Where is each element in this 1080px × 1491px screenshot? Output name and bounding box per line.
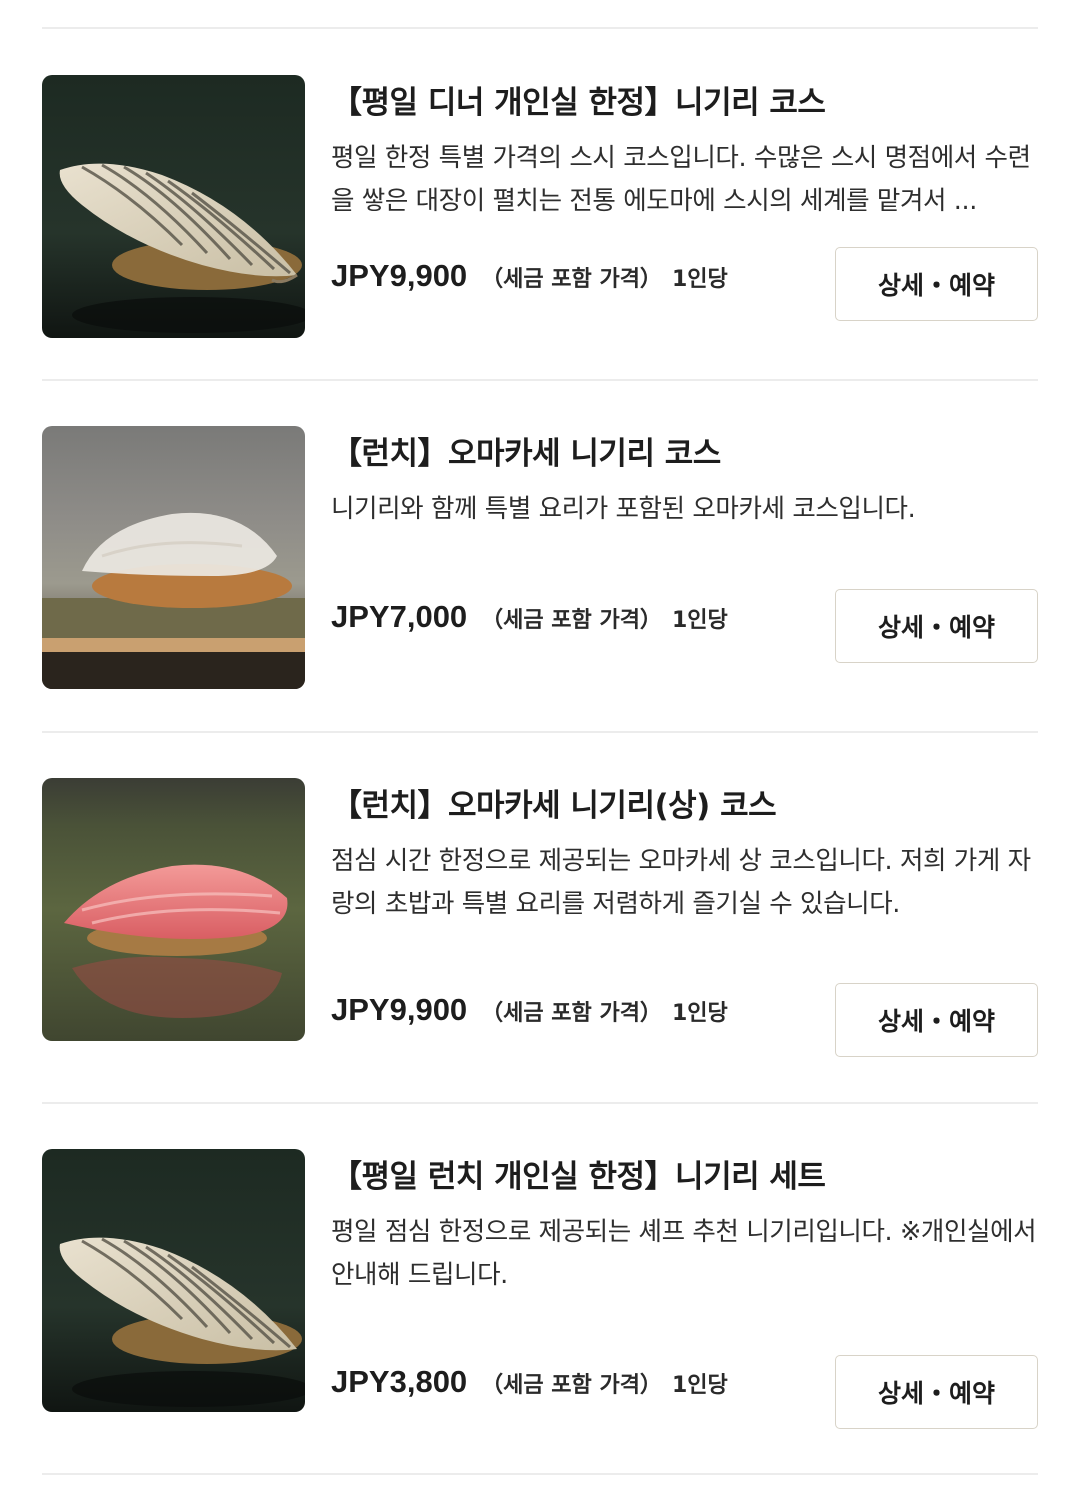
course-item[interactable]: 【런치】오마카세 니기리 코스 니기리와 함께 특별 요리가 포함된 오마카세 … — [42, 426, 1038, 690]
divider — [42, 731, 1038, 733]
course-title[interactable]: 【평일 디너 개인실 한정】니기리 코스 — [331, 77, 826, 122]
course-image-striped-fish-nigiri[interactable] — [42, 75, 305, 338]
detail-reserve-button[interactable]: 상세・예약 — [835, 983, 1038, 1057]
divider — [42, 1102, 1038, 1104]
course-description: 니기리와 함께 특별 요리가 포함된 오마카세 코스입니다. — [331, 494, 916, 524]
course-price: JPY3,800 — [331, 1364, 468, 1399]
detail-reserve-button[interactable]: 상세・예약 — [835, 589, 1038, 663]
course-image-tuna-nigiri[interactable] — [42, 778, 305, 1041]
course-price: JPY7,000 — [331, 599, 468, 634]
course-title[interactable]: 【평일 런치 개인실 한정】니기리 세트 — [331, 1151, 826, 1196]
per-person-label: 1인당 — [671, 1001, 728, 1026]
per-person-label: 1인당 — [671, 267, 728, 292]
divider — [42, 1473, 1038, 1475]
per-person-label: 1인당 — [671, 1373, 728, 1398]
price-row: JPY9,900 （세금 포함 가격） 1인당 — [331, 258, 728, 294]
course-description: 평일 한정 특별 가격의 스시 코스입니다. 수많은 스시 명점에서 수련을 쌓… — [331, 143, 1031, 216]
course-image-white-fish-nigiri[interactable] — [42, 426, 305, 689]
course-price: JPY9,900 — [331, 258, 468, 293]
course-item[interactable]: 【평일 런치 개인실 한정】니기리 세트 평일 점심 한정으로 제공되는 셰프 … — [42, 1149, 1038, 1429]
price-row: JPY7,000 （세금 포함 가격） 1인당 — [331, 599, 728, 635]
price-row: JPY9,900 （세금 포함 가격） 1인당 — [331, 992, 728, 1028]
course-title[interactable]: 【런치】오마카세 니기리(상) 코스 — [331, 780, 777, 825]
course-price: JPY9,900 — [331, 992, 468, 1027]
detail-reserve-button[interactable]: 상세・예약 — [835, 1355, 1038, 1429]
price-row: JPY3,800 （세금 포함 가격） 1인당 — [331, 1364, 728, 1400]
course-item[interactable]: 【평일 디너 개인실 한정】니기리 코스 평일 한정 특별 가격의 스시 코스입… — [42, 75, 1038, 339]
course-description: 평일 점심 한정으로 제공되는 셰프 추천 니기리입니다. ※개인실에서 안내해… — [331, 1217, 1037, 1290]
tax-note: （세금 포함 가격） — [481, 1373, 662, 1398]
tax-note: （세금 포함 가격） — [481, 1001, 662, 1026]
course-item[interactable]: 【런치】오마카세 니기리(상) 코스 점심 시간 한정으로 제공되는 오마카세 … — [42, 778, 1038, 1057]
per-person-label: 1인당 — [671, 608, 728, 633]
course-description: 점심 시간 한정으로 제공되는 오마카세 상 코스입니다. 저희 가게 자랑의 … — [331, 846, 1031, 919]
course-title[interactable]: 【런치】오마카세 니기리 코스 — [331, 428, 721, 473]
tax-note: （세금 포함 가격） — [481, 267, 662, 292]
divider — [42, 379, 1038, 381]
detail-reserve-button[interactable]: 상세・예약 — [835, 247, 1038, 321]
course-image-striped-fish-nigiri[interactable] — [42, 1149, 305, 1412]
divider — [42, 27, 1038, 29]
tax-note: （세금 포함 가격） — [481, 608, 662, 633]
